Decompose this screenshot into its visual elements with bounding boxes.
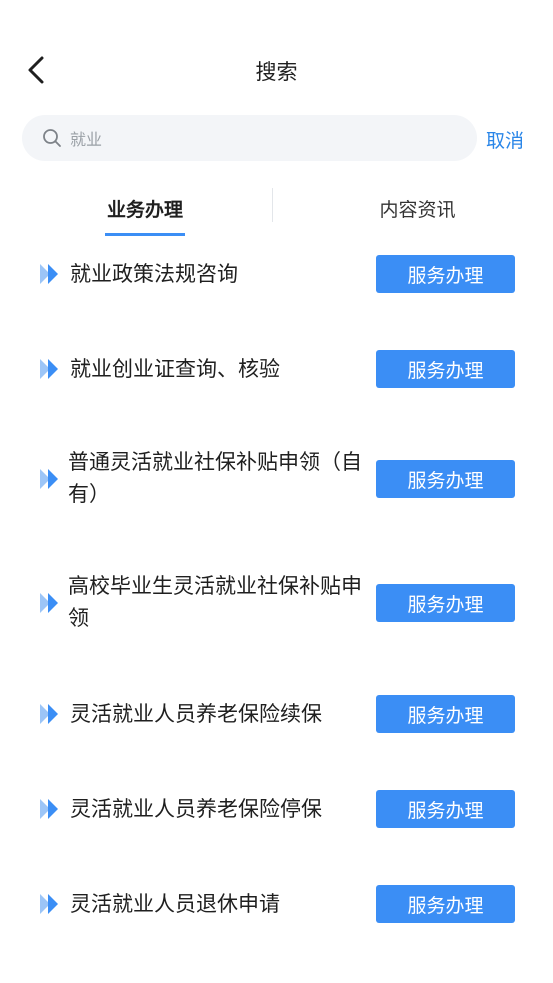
search-bar[interactable] [22,115,477,161]
tab-divider [272,188,273,222]
service-button[interactable]: 服务办理 [376,584,515,622]
list-item: 普通灵活就业社保补贴申领（自有） 服务办理 [0,444,553,512]
list-item: 灵活就业人员养老保险停保 服务办理 [0,789,553,829]
list-item: 就业创业证查询、核验 服务办理 [0,349,553,389]
list-item: 就业政策法规咨询 服务办理 [0,254,553,294]
double-chevron-right-icon [40,359,58,379]
tab-active-indicator [105,233,185,236]
tab-bar: 业务办理 内容资讯 [0,180,553,240]
double-chevron-right-icon [40,264,58,284]
list-item: 高校毕业生灵活就业社保补贴申领 服务办理 [0,568,553,636]
search-icon [42,127,64,149]
service-name: 普通灵活就业社保补贴申领（自有） [68,450,362,506]
service-name: 灵活就业人员养老保险停保 [70,797,322,821]
service-name: 灵活就业人员养老保险续保 [70,702,322,726]
service-name: 高校毕业生灵活就业社保补贴申领 [68,574,362,630]
search-input[interactable] [70,128,430,148]
service-name: 就业政策法规咨询 [70,262,238,286]
tab-news-label: 内容资讯 [379,198,456,221]
double-chevron-right-icon [40,894,58,914]
service-button[interactable]: 服务办理 [376,255,515,293]
list-item: 灵活就业人员退休申请 服务办理 [0,884,553,924]
tab-business-label: 业务办理 [106,198,183,221]
service-button[interactable]: 服务办理 [376,885,515,923]
tab-news[interactable]: 内容资讯 [340,180,495,236]
double-chevron-right-icon [40,593,58,613]
tab-business[interactable]: 业务办理 [70,180,220,236]
double-chevron-right-icon [40,704,58,724]
page-title: 搜索 [255,60,298,84]
service-name: 灵活就业人员退休申请 [70,892,280,916]
double-chevron-right-icon [40,799,58,819]
list-item: 灵活就业人员养老保险续保 服务办理 [0,694,553,734]
service-name: 就业创业证查询、核验 [70,357,280,381]
service-button[interactable]: 服务办理 [376,790,515,828]
service-button[interactable]: 服务办理 [376,350,515,388]
service-button[interactable]: 服务办理 [376,460,515,498]
cancel-button[interactable]: 取消 [486,126,524,153]
double-chevron-right-icon [40,469,58,489]
service-button[interactable]: 服务办理 [376,695,515,733]
